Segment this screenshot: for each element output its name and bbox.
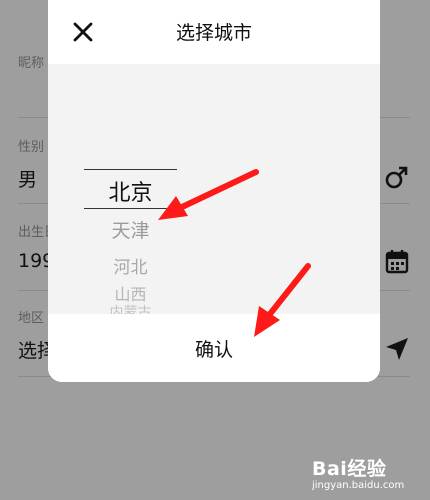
confirm-button[interactable]: 确认 [48, 314, 380, 382]
dialog-title: 选择城市 [175, 22, 252, 44]
gender-label: 性别 [18, 140, 45, 155]
selection-bottom-line [84, 208, 177, 209]
location-arrow-icon[interactable] [384, 336, 410, 362]
city-wheel-picker[interactable]: 北京 天津 河北 山西 内蒙古 [48, 64, 380, 314]
picker-item[interactable]: 内蒙古 [84, 302, 177, 314]
watermark-brand: Bai经验 [312, 458, 387, 480]
region-label: 地区 [18, 311, 45, 326]
watermark-url: jingyan.baidu.com [312, 480, 405, 491]
calendar-icon[interactable] [384, 248, 410, 274]
picker-item-selected[interactable]: 北京 [84, 175, 177, 207]
picker-item[interactable]: 天津 [84, 216, 177, 243]
selection-top-line [84, 169, 177, 170]
gender-value[interactable]: 男 [18, 165, 37, 192]
dialog-header: 选择城市 [48, 0, 380, 64]
baidu-jingyan-watermark: Bai经验 jingyan.baidu.com [312, 454, 422, 498]
city-picker-dialog: 选择城市 北京 天津 河北 山西 内蒙古 确认 [48, 0, 380, 382]
male-icon[interactable] [384, 164, 410, 190]
picker-item[interactable]: 河北 [84, 253, 177, 278]
nickname-label: 昵称 [18, 56, 45, 71]
